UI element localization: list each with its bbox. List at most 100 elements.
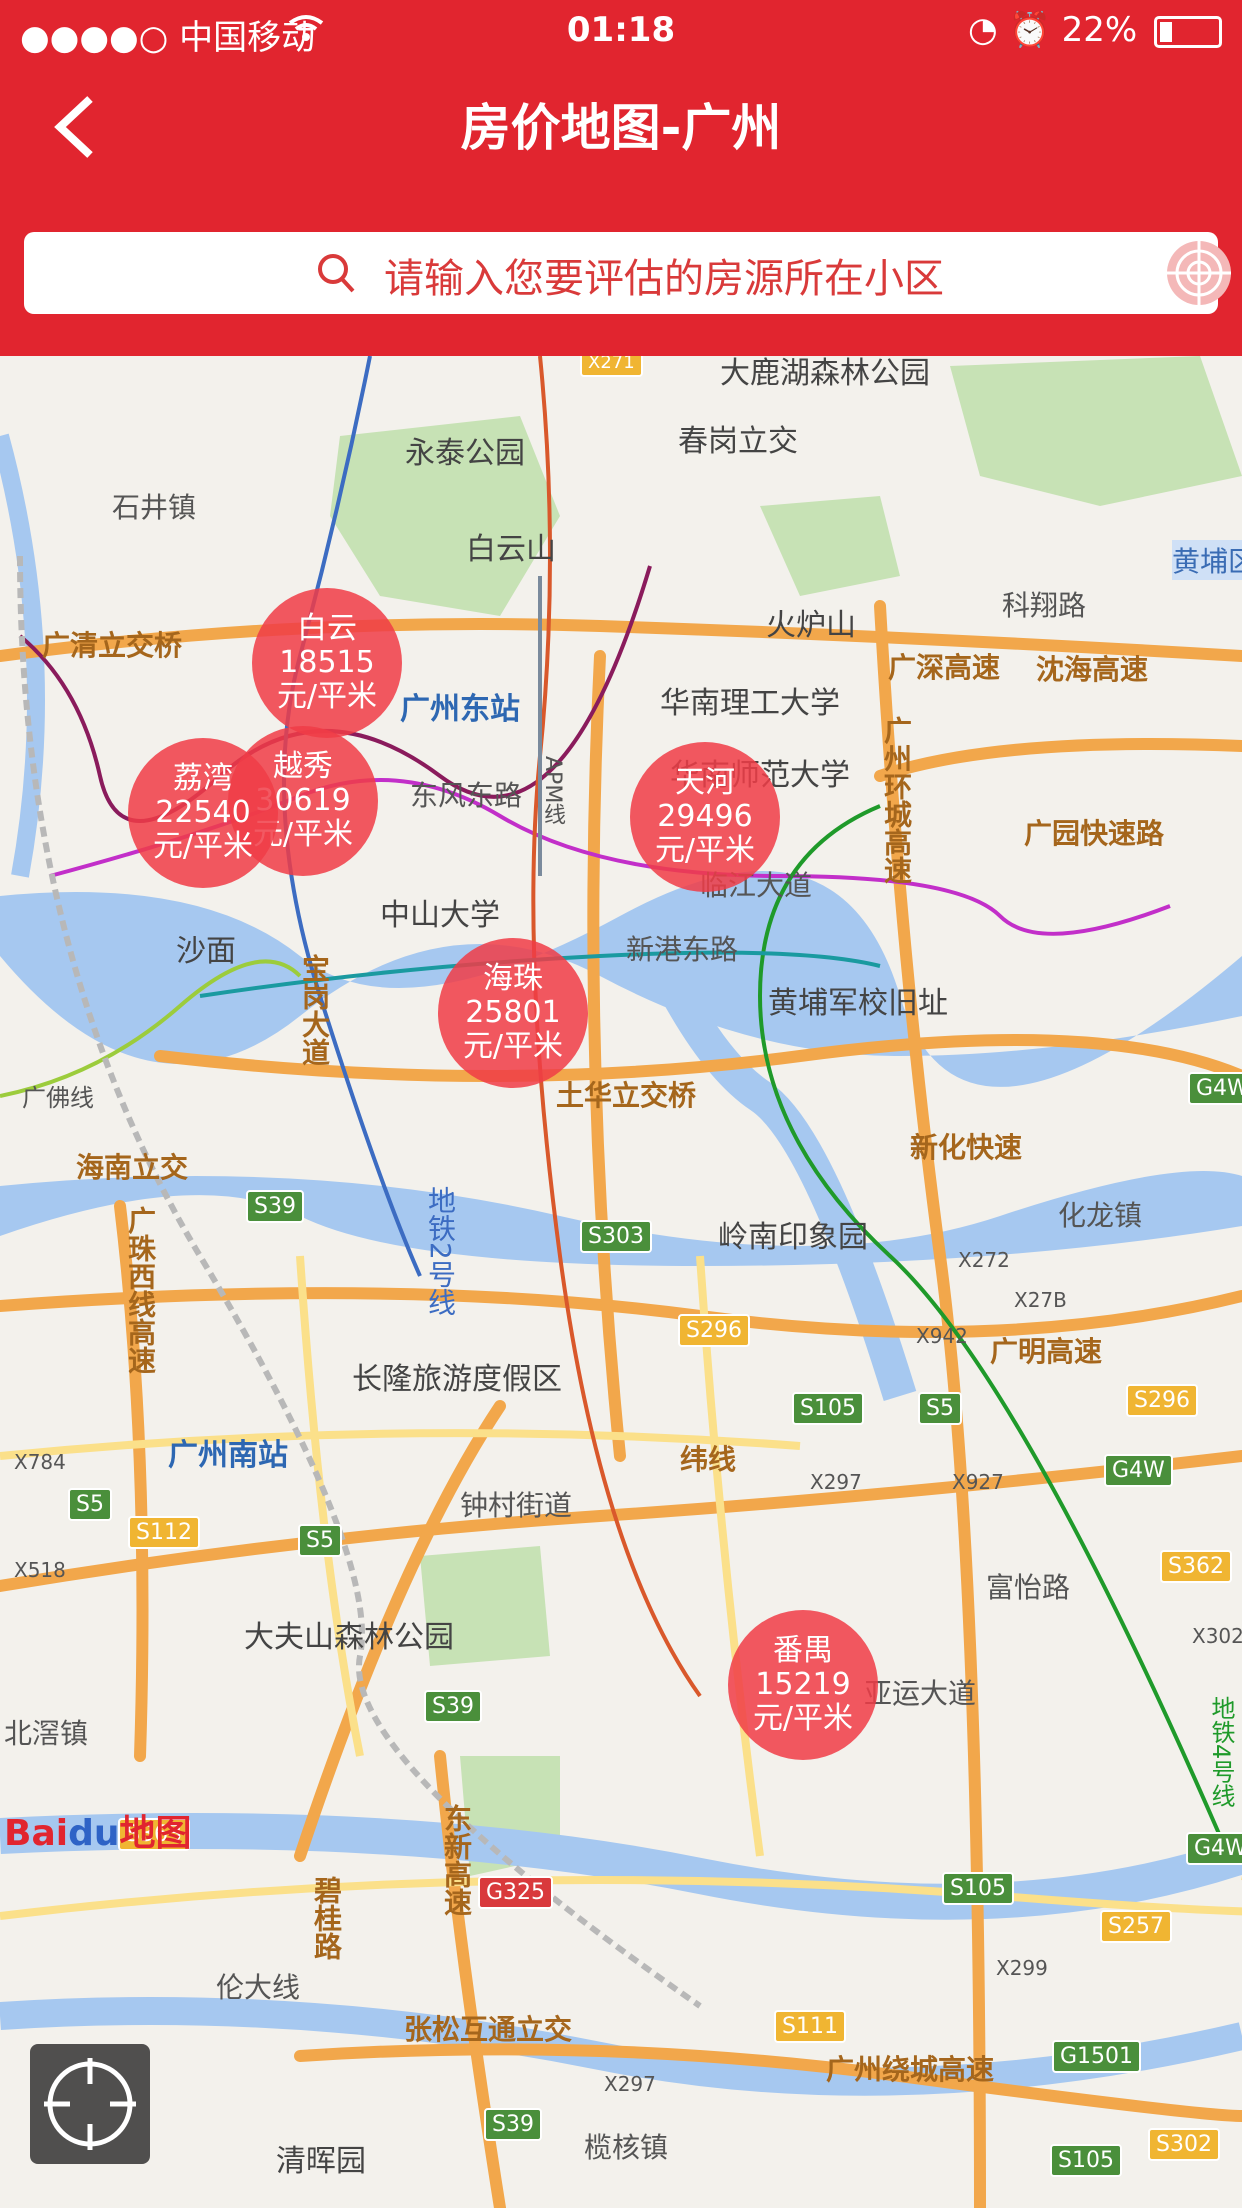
road-shield: X271 <box>580 356 643 377</box>
map-label: 中山大学 <box>380 898 500 933</box>
district-price: 15219 <box>755 1667 851 1702</box>
app-header: ●●●●○ 中国移动 01:18 ◔ ⏰ 22% 房价地图-广州 请输入您要评估… <box>0 0 1242 356</box>
map-label: 沙面 <box>176 934 236 969</box>
crosshair-icon <box>44 2058 136 2150</box>
radar-locate-icon[interactable] <box>1164 238 1234 312</box>
map-label: 广明高速 <box>990 1335 1103 1368</box>
road-shield: S296 <box>678 1314 750 1347</box>
district-name: 海珠 <box>483 961 543 996</box>
road-shield: G4W <box>1188 1072 1242 1105</box>
road-shield: X942 <box>916 1324 968 1348</box>
road-shield: S5 <box>68 1488 112 1521</box>
search-icon <box>316 252 356 298</box>
status-right: ◔ ⏰ 22% <box>968 10 1222 50</box>
map-label: 广州环城高速 <box>880 716 913 884</box>
map-label: 华南理工大学 <box>660 686 840 721</box>
battery-icon <box>1154 15 1222 48</box>
district-price: 22540 <box>155 795 251 830</box>
locate-button[interactable] <box>30 2044 150 2164</box>
baidu-map-logo: Baidu地图 <box>4 1804 192 1856</box>
map-label: 广州东站 <box>400 692 520 727</box>
district-price: 25801 <box>465 995 561 1030</box>
map-label: 广州绕城高速 <box>826 2053 995 2086</box>
logo-part: 地图 <box>119 1813 192 1854</box>
district-price: 29496 <box>657 799 753 834</box>
map-label: 钟村街道 <box>460 1489 573 1522</box>
map-label: 岭南印象园 <box>718 1220 868 1255</box>
price-unit: 元/平米 <box>276 679 378 714</box>
map-label: 土华立交桥 <box>556 1079 697 1112</box>
map-label: 北滘镇 <box>4 1717 89 1750</box>
map-label: 大夫山森林公园 <box>244 1620 454 1655</box>
map-label: 地铁2号线 <box>424 1186 457 1316</box>
map-label: 广深高速 <box>888 651 1001 684</box>
map-label: 大鹿湖森林公园 <box>720 356 930 391</box>
map-label: 张松互通立交 <box>404 2013 573 2046</box>
price-cluster-panyu[interactable]: 番禺 15219 元/平米 <box>728 1610 878 1760</box>
map-label: 东风东路 <box>410 779 523 812</box>
map-label: 海南立交 <box>76 1151 189 1184</box>
road-shield: G4W <box>1186 1832 1242 1865</box>
road-shield: G4W <box>1104 1454 1173 1487</box>
map-label: 化龙镇 <box>1058 1199 1143 1232</box>
map-label: 榄核镇 <box>584 2131 669 2164</box>
alarm-icon: ⏰ <box>1008 10 1051 50</box>
status-bar: ●●●●○ 中国移动 01:18 ◔ ⏰ 22% <box>0 0 1242 64</box>
road-shield: S303 <box>580 1220 652 1253</box>
map-label: 黄埔军校旧址 <box>768 986 948 1021</box>
road-shield: S39 <box>246 1190 304 1223</box>
map-label: 广佛线 <box>22 1084 94 1112</box>
map-label: 广州南站 <box>168 1438 288 1473</box>
road-shield: S112 <box>128 1516 200 1549</box>
map-label: 火炉山 <box>766 608 856 643</box>
road-shield: S105 <box>792 1392 864 1425</box>
map-label: 春岗立交 <box>678 424 798 459</box>
road-shield: S296 <box>1126 1384 1198 1417</box>
rotation-lock-icon: ◔ <box>967 10 998 50</box>
logo-part: Bai <box>4 1813 69 1854</box>
district-name: 天河 <box>675 765 735 800</box>
map-label: 广珠西线高速 <box>124 1206 157 1374</box>
map-label: 富怡路 <box>986 1571 1071 1604</box>
road-shield: X299 <box>996 1956 1048 1980</box>
battery-fill <box>1160 21 1172 42</box>
search-input[interactable]: 请输入您要评估的房源所在小区 <box>384 246 944 304</box>
road-shield: S5 <box>918 1392 962 1425</box>
map-label: 伦大线 <box>216 1971 301 2004</box>
map-label: 长隆旅游度假区 <box>352 1362 562 1397</box>
price-cluster-haizhu[interactable]: 海珠 25801 元/平米 <box>438 938 588 1088</box>
road-shield: X927 <box>952 1470 1004 1494</box>
road-shield: X302 <box>1192 1624 1242 1648</box>
map-label: 宝岗大道 <box>298 954 331 1066</box>
road-shield: X518 <box>14 1558 66 1582</box>
map-label: 沈海高速 <box>1036 653 1149 686</box>
road-shield: S105 <box>942 1872 1014 1905</box>
map-label: 新港东路 <box>626 933 739 966</box>
map-label: 清晖园 <box>276 2144 366 2179</box>
road-shield: G325 <box>478 1876 554 1909</box>
road-shield: S257 <box>1100 1910 1172 1943</box>
map-label: 碧桂路 <box>310 1876 343 1960</box>
map-label: 广清立交桥 <box>42 629 183 662</box>
search-bar[interactable]: 请输入您要评估的房源所在小区 <box>24 232 1231 314</box>
road-shield: S39 <box>484 2108 542 2141</box>
district-name: 荔湾 <box>173 761 233 796</box>
price-unit: 元/平米 <box>654 833 756 868</box>
district-name: 番禺 <box>773 1633 833 1668</box>
road-shield: X272 <box>958 1248 1010 1272</box>
price-cluster-tianhe[interactable]: 天河 29496 元/平米 <box>630 742 780 892</box>
map-label: APM线 <box>540 756 565 826</box>
road-shield: X27B <box>1014 1288 1067 1312</box>
price-cluster-liwan[interactable]: 荔湾 22540 元/平米 <box>128 738 278 888</box>
map-label: 永泰公园 <box>405 436 525 471</box>
map-label: 石井镇 <box>112 491 197 524</box>
map-view[interactable]: 大鹿湖森林公园 永泰公园 春岗立交 石井镇 白云山 黄埔区 科翔路 火炉山 广清… <box>0 356 1242 2208</box>
map-label: 亚运大道 <box>864 1677 977 1710</box>
price-cluster-baiyun[interactable]: 白云 18515 元/平米 <box>252 588 402 738</box>
price-unit: 元/平米 <box>752 1701 854 1736</box>
road-shield: X297 <box>810 1470 862 1494</box>
logo-part: du <box>68 1813 120 1854</box>
map-base <box>0 356 1242 2208</box>
price-unit: 元/平米 <box>152 829 254 864</box>
map-label: 东新高速 <box>440 1804 473 1916</box>
